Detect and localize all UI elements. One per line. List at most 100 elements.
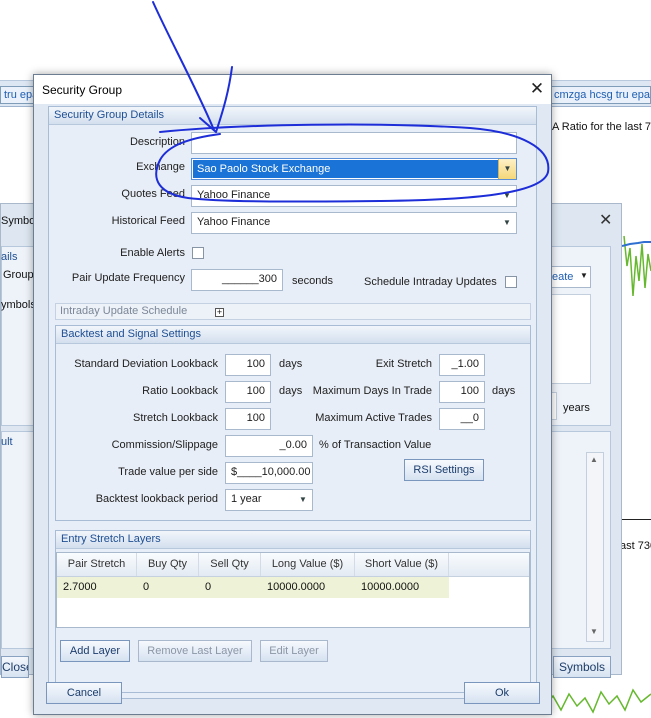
cancel-button[interactable]: Cancel xyxy=(46,682,122,704)
intraday-schedule-panel[interactable]: Intraday Update Schedule + xyxy=(55,303,531,320)
quotes-feed-value: Yahoo Finance xyxy=(197,189,271,201)
historical-feed-value: Yahoo Finance xyxy=(197,216,271,228)
backtest-settings-panel: Backtest and Signal Settings Standard De… xyxy=(55,325,531,521)
column-header-short-value[interactable]: Short Value ($) xyxy=(355,553,449,576)
security-group-details-panel: Security Group Details Description Excha… xyxy=(48,106,537,699)
background-last-text: ast 730 xyxy=(620,540,651,552)
cell-short-value: 10000.0000 xyxy=(361,581,420,593)
max-days-label: Maximum Days In Trade xyxy=(312,385,432,397)
background-scrollbar[interactable]: ▲ ▼ xyxy=(586,452,604,642)
quotes-feed-label: Quotes Feed xyxy=(121,188,185,200)
security-group-dialog: Security Group ✕ Security Group Details … xyxy=(33,74,552,715)
backtest-period-value: 1 year xyxy=(231,493,262,505)
column-header-pair-stretch[interactable]: Pair Stretch xyxy=(57,553,137,576)
std-dev-lookback-label: Standard Deviation Lookback xyxy=(74,358,218,370)
commission-suffix-label: % of Transaction Value xyxy=(319,439,432,451)
background-text-group: Group xyxy=(3,269,34,281)
intraday-schedule-header: Intraday Update Schedule xyxy=(60,305,188,317)
enable-alerts-label: Enable Alerts xyxy=(120,247,185,259)
add-layer-button[interactable]: Add Layer xyxy=(60,640,130,662)
background-symbols-button[interactable]: Symbols xyxy=(553,656,611,678)
quotes-feed-select[interactable]: Yahoo Finance ▼ xyxy=(191,185,517,207)
column-header-sell-qty[interactable]: Sell Qty xyxy=(199,553,261,576)
commission-field[interactable]: _0.00 xyxy=(225,435,313,457)
entry-layers-grid[interactable]: Pair Stretch Buy Qty Sell Qty Long Value… xyxy=(56,552,530,628)
dialog-title: Security Group xyxy=(42,83,123,97)
background-window-title: Symbo xyxy=(1,215,36,227)
cell-sell-qty: 0 xyxy=(205,581,212,593)
backtest-header: Backtest and Signal Settings xyxy=(56,326,530,344)
details-header: Security Group Details xyxy=(49,107,536,125)
ok-button[interactable]: Ok xyxy=(464,682,540,704)
max-active-trades-label: Maximum Active Trades xyxy=(315,412,432,424)
schedule-intraday-checkbox[interactable] xyxy=(505,276,517,288)
dialog-title-bar[interactable]: Security Group ✕ xyxy=(34,75,551,104)
chevron-down-icon[interactable]: ▼ xyxy=(498,213,516,233)
chevron-down-icon[interactable]: ▼ xyxy=(498,159,516,179)
background-tab-right[interactable]: cmzga hcsg tru epam xyxy=(550,86,651,104)
column-header-long-value[interactable]: Long Value ($) xyxy=(261,553,355,576)
background-chart-bottom-svg xyxy=(544,688,651,714)
backtest-period-select[interactable]: 1 year ▼ xyxy=(225,489,313,511)
background-ratio-text: A Ratio for the last 7: xyxy=(552,121,651,133)
grid-header-row: Pair Stretch Buy Qty Sell Qty Long Value… xyxy=(57,553,529,577)
scroll-down-icon[interactable]: ▼ xyxy=(590,627,598,636)
background-text-symbols: ymbols xyxy=(1,299,36,311)
ratio-lookback-field[interactable]: 100 xyxy=(225,381,271,403)
background-list xyxy=(549,294,591,384)
exit-stretch-label: Exit Stretch xyxy=(375,358,432,370)
background-result-label: ult xyxy=(1,436,13,448)
entry-header: Entry Stretch Layers xyxy=(56,531,530,549)
seconds-label: seconds xyxy=(292,275,333,287)
edit-layer-button[interactable]: Edit Layer xyxy=(260,640,328,662)
max-days-unit-label: days xyxy=(492,385,516,397)
max-active-trades-field[interactable]: __0 xyxy=(439,408,485,430)
expand-icon[interactable]: + xyxy=(215,308,224,317)
schedule-intraday-label: Schedule Intraday Updates xyxy=(364,276,497,288)
background-chart-svg xyxy=(621,235,651,297)
chart-line-green-bottom xyxy=(544,688,651,714)
background-close-icon[interactable]: ✕ xyxy=(599,210,612,230)
historical-feed-label: Historical Feed xyxy=(111,215,185,227)
std-dev-lookback-field[interactable]: 100 xyxy=(225,354,271,376)
background-close-button[interactable]: Close xyxy=(1,656,29,678)
chart-line-blue xyxy=(621,241,651,247)
remove-last-layer-button[interactable]: Remove Last Layer xyxy=(138,640,252,662)
backtest-period-label: Backtest lookback period xyxy=(95,493,218,505)
trade-value-field[interactable]: $____10,000.00 xyxy=(225,462,313,484)
stretch-lookback-label: Stretch Lookback xyxy=(133,412,218,424)
background-years-label: years xyxy=(563,402,590,414)
cell-long-value: 10000.0000 xyxy=(267,581,326,593)
background-text-ails: ails xyxy=(1,251,18,263)
scroll-up-icon[interactable]: ▲ xyxy=(590,455,598,464)
commission-label: Commission/Slippage xyxy=(111,439,218,451)
cell-pair-stretch: 2.7000 xyxy=(63,581,97,593)
column-header-buy-qty[interactable]: Buy Qty xyxy=(137,553,199,576)
background-create-label: eate xyxy=(552,271,574,283)
pair-update-label: Pair Update Frequency xyxy=(71,272,185,284)
background-chart-fragment xyxy=(621,226,651,316)
enable-alerts-checkbox[interactable] xyxy=(192,247,204,259)
exchange-select[interactable]: Sao Paolo Stock Exchange ▼ xyxy=(191,158,517,180)
exchange-label: Exchange xyxy=(136,161,185,173)
rsi-settings-button[interactable]: RSI Settings xyxy=(404,459,484,481)
exit-stretch-field[interactable]: _1.00 xyxy=(439,354,485,376)
description-field[interactable] xyxy=(191,132,517,154)
dialog-close-icon[interactable]: ✕ xyxy=(526,79,548,99)
chevron-down-icon: ▼ xyxy=(580,271,588,280)
background-create-combo[interactable]: eate ▼ xyxy=(549,266,591,288)
historical-feed-select[interactable]: Yahoo Finance ▼ xyxy=(191,212,517,234)
description-label: Description xyxy=(129,136,185,148)
stretch-lookback-field[interactable]: 100 xyxy=(225,408,271,430)
ratio-lookback-label: Ratio Lookback xyxy=(142,385,218,397)
trade-value-label: Trade value per side xyxy=(118,466,218,478)
chevron-down-icon[interactable]: ▼ xyxy=(294,490,312,510)
background-chart-bottom xyxy=(544,676,651,715)
entry-stretch-layers-panel: Entry Stretch Layers Pair Stretch Buy Qt… xyxy=(55,530,531,693)
exchange-value: Sao Paolo Stock Exchange xyxy=(197,163,331,175)
table-row[interactable]: 2.7000 0 0 10000.0000 10000.0000 xyxy=(57,577,449,598)
cell-buy-qty: 0 xyxy=(143,581,150,593)
chevron-down-icon[interactable]: ▼ xyxy=(498,186,516,206)
max-days-field[interactable]: 100 xyxy=(439,381,485,403)
pair-update-field[interactable]: ______300 xyxy=(191,269,283,291)
